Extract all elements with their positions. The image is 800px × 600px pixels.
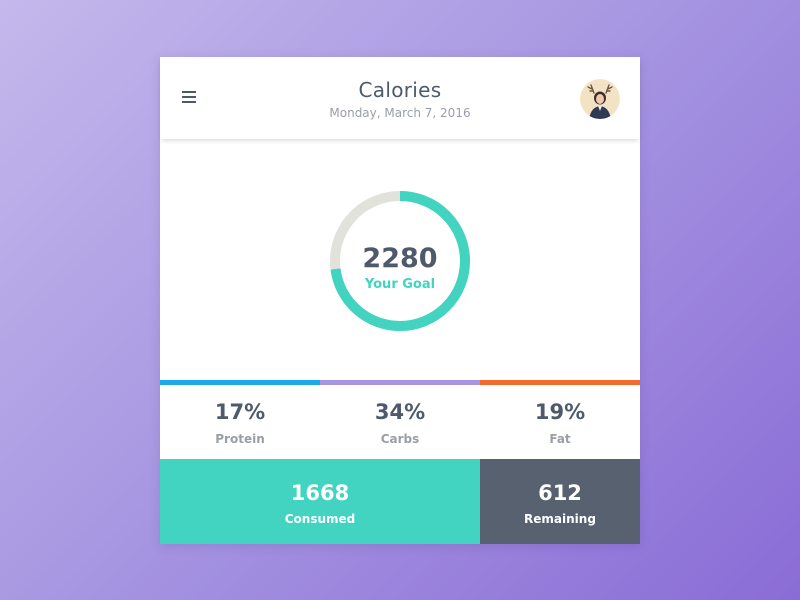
page-title: Calories <box>358 78 442 102</box>
goal-ring: 2280 Your Goal <box>324 185 476 337</box>
goal-value: 2280 <box>362 243 438 274</box>
card-header: Calories Monday, March 7, 2016 <box>160 57 640 139</box>
avatar-image <box>580 79 620 119</box>
goal-label: Your Goal <box>364 277 436 292</box>
macro-protein: 17% Protein <box>160 380 320 459</box>
macro-fat: 19% Fat <box>480 380 640 459</box>
user-avatar[interactable] <box>580 79 620 119</box>
calories-card: Calories Monday, March 7, 2016 2280 Your… <box>160 57 640 544</box>
remaining-panel: 612 Remaining <box>480 459 640 544</box>
carbs-label: Carbs <box>380 432 420 446</box>
remaining-value: 612 <box>538 481 582 505</box>
protein-label: Protein <box>215 432 265 446</box>
protein-value: 17% <box>214 400 266 424</box>
remaining-label: Remaining <box>524 512 596 526</box>
carbs-color-bar <box>320 380 480 385</box>
consumed-value: 1668 <box>290 481 350 505</box>
macro-carbs: 34% Carbs <box>320 380 480 459</box>
fat-value: 19% <box>534 400 586 424</box>
date-label: Monday, March 7, 2016 <box>329 106 471 120</box>
fat-color-bar <box>480 380 640 385</box>
fat-label: Fat <box>549 432 571 446</box>
consumed-label: Consumed <box>284 512 356 526</box>
protein-color-bar <box>160 380 320 385</box>
carbs-value: 34% <box>374 400 426 424</box>
consumed-panel: 1668 Consumed <box>160 459 480 544</box>
